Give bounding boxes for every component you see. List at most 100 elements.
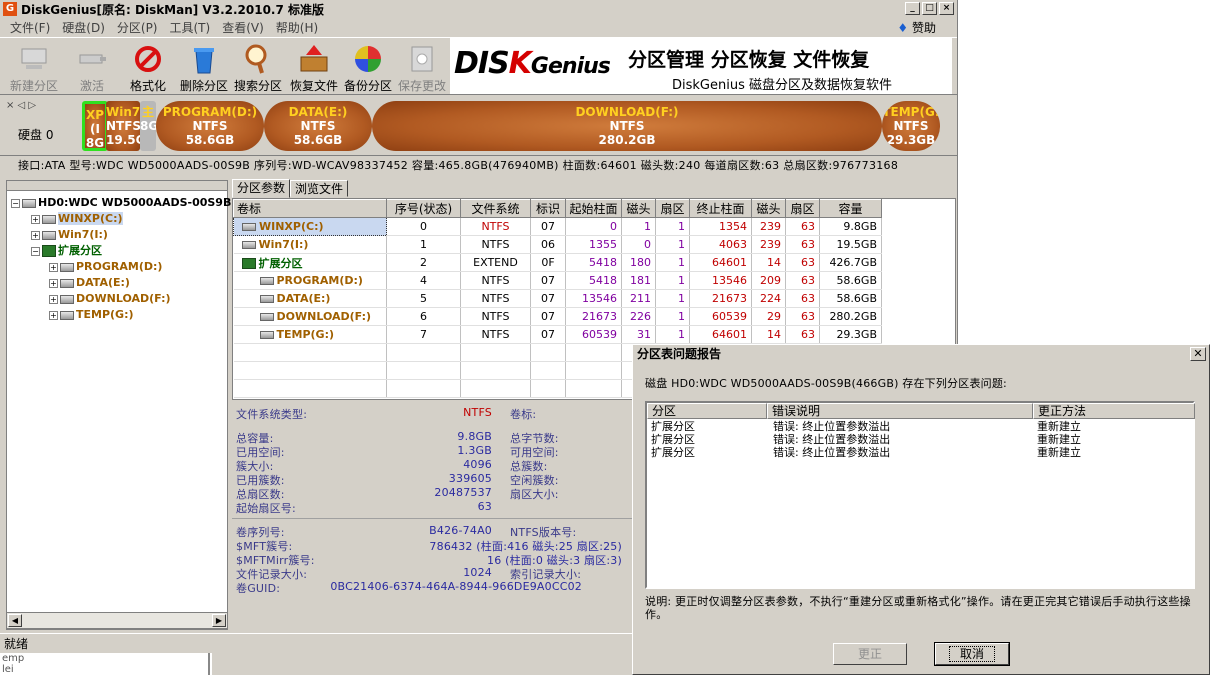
tab-partition-params[interactable]: 分区参数 [232, 179, 291, 198]
col-partition[interactable]: 分区 [647, 403, 767, 419]
detail-value: 20487537 [434, 486, 492, 499]
cell-fs: NTFS [460, 289, 531, 308]
cancel-button[interactable]: 取消 [934, 642, 1010, 666]
tree-root-disk[interactable]: − HD0:WDC WD5000AADS-00S9B( [11, 195, 236, 211]
fix-button[interactable]: 更正 [833, 643, 907, 665]
col-start-head[interactable]: 磁头 [621, 199, 656, 218]
format-button[interactable]: 格式化 [120, 40, 176, 94]
minimize-button[interactable]: _ [905, 2, 920, 15]
partition-block-winxp[interactable]: XP (I 8G [82, 101, 108, 151]
problem-cell: 错误: 终止位置参数溢出 [773, 420, 891, 433]
table-row[interactable]: 扩展分区 2 EXTEND 0F 5418 180 1 64601 14 63 426.7GB [233, 253, 882, 272]
tree-item-extended[interactable]: − 扩展分区 [11, 243, 227, 259]
fs-type-value: NTFS [463, 406, 492, 419]
maximize-button[interactable]: □ [922, 2, 937, 15]
disk-info-line: 接口:ATA 型号:WDC WD5000AADS-00S9B 序列号:WD-WC… [18, 159, 899, 172]
cell-sc: 21673 [565, 307, 622, 326]
cell-ec: 64601 [689, 253, 752, 272]
table-row[interactable]: Win7(I:) 1 NTFS 06 1355 0 1 4063 239 63 19.5GB [233, 235, 882, 254]
search-partition-button[interactable]: 搜索分区 [230, 40, 286, 94]
new-partition-button[interactable]: 新建分区 [6, 40, 62, 94]
cell-sc: 0 [565, 217, 622, 236]
partition-block-program[interactable]: PROGRAM(D:) NTFS 58.6GB [156, 101, 264, 151]
cell-sc: 13546 [565, 289, 622, 308]
save-changes-label: 保存更改 [397, 79, 446, 93]
menu-tools[interactable]: 工具(T) [164, 19, 217, 36]
activate-label: 激活 [79, 79, 104, 93]
col-start-cyl[interactable]: 起始柱面 [565, 199, 622, 218]
save-changes-button[interactable]: 保存更改 [394, 40, 450, 94]
cell-cap: 280.2GB [819, 307, 882, 326]
cell-idx: 6 [386, 307, 461, 326]
tab-browse-files[interactable]: 浏览文件 [290, 180, 349, 197]
detail-value: B426-74A0 [429, 524, 492, 537]
partition-icon [259, 295, 274, 303]
dialog-close-button[interactable]: ✕ [1190, 347, 1206, 361]
partition-icon [259, 277, 274, 285]
table-header: 卷标 序号(状态) 文件系统 标识 起始柱面 磁头 扇区 终止柱面 磁头 扇区 … [233, 199, 882, 218]
col-end-cyl[interactable]: 终止柱面 [689, 199, 752, 218]
menu-help[interactable]: 帮助(H) [270, 19, 324, 36]
problem-list[interactable]: 分区 错误说明 更正方法 扩展分区 错误: 终止位置参数溢出 重新建立 扩展分区 错误:… [645, 401, 1195, 589]
cell-id: 06 [530, 235, 566, 254]
backup-partition-button[interactable]: 备份分区 [340, 40, 396, 94]
dialog-note: 说明: 更正时仅调整分区表参数，不执行“重建分区或重新格式化”操作。请在更正完其… [645, 595, 1191, 621]
activate-button[interactable]: 激活 [64, 40, 120, 94]
menu-partition[interactable]: 分区(P) [111, 19, 164, 36]
col-id[interactable]: 标识 [530, 199, 566, 218]
diskgenius-logo: DISKGenius [454, 46, 611, 81]
tree-item-winxp[interactable]: + WINXP(C:) [11, 211, 227, 227]
partition-block-free[interactable]: 主8G [140, 101, 156, 151]
cell-sh: 181 [621, 271, 656, 290]
diskgenius-banner: DISKGenius 分区管理 分区恢复 文件恢复 DiskGenius 磁盘分… [450, 38, 952, 94]
col-index[interactable]: 序号(状态) [386, 199, 461, 218]
banner-title: 分区管理 分区恢复 文件恢复 [628, 49, 870, 71]
sponsor-link[interactable]: ♦ 赞助 [897, 19, 936, 36]
cell-cap: 9.8GB [819, 217, 882, 236]
col-fs[interactable]: 文件系统 [460, 199, 531, 218]
col-error[interactable]: 错误说明 [767, 403, 1033, 419]
cell-sc: 5418 [565, 253, 622, 272]
tree-horizontal-scrollbar[interactable]: ◀ ▶ [6, 612, 228, 629]
partition-block-temp[interactable]: TEMP(G: NTFS 29.3GB [882, 101, 940, 151]
disk-map-bar: × ◁ ▷ 硬盘 0 XP(I8G Win7(INTFS19.5G 主8G PR… [0, 96, 957, 156]
sponsor-icon: ♦ [897, 21, 909, 35]
col-end-head[interactable]: 磁头 [751, 199, 786, 218]
col-capacity[interactable]: 容量 [819, 199, 882, 218]
tree-item-program[interactable]: + PROGRAM(D:) [11, 259, 227, 275]
table-row[interactable]: PROGRAM(D:) 4 NTFS 07 5418 181 1 13546 209 63 58.6… [233, 271, 882, 290]
partition-block-data[interactable]: DATA(E:) NTFS 58.6GB [264, 101, 372, 151]
tree-item-data[interactable]: + DATA(E:) [11, 275, 227, 291]
table-row[interactable]: WINXP(C:) 0 NTFS 07 0 1 1 1354 239 63 9.8GB [233, 217, 882, 236]
partition-block-win7[interactable]: Win7(INTFS19.5G [106, 101, 140, 151]
col-end-sector[interactable]: 扇区 [785, 199, 820, 218]
tree-item-download[interactable]: + DOWNLOAD(F:) [11, 291, 227, 307]
tree-item-temp[interactable]: + TEMP(G:) [11, 307, 227, 323]
close-button[interactable]: × [939, 2, 954, 15]
backup-partition-label: 备份分区 [343, 79, 392, 93]
problem-cell: 扩展分区 [651, 433, 695, 446]
background-text-2: lei [2, 664, 14, 675]
partition-block-download[interactable]: DOWNLOAD(F:) NTFS 280.2GB [372, 101, 882, 151]
table-row[interactable]: DOWNLOAD(F:) 6 NTFS 07 21673 226 1 60539 29 63 280… [233, 307, 882, 326]
menu-disk[interactable]: 硬盘(D) [56, 19, 111, 36]
disk-nav-arrows[interactable]: × ◁ ▷ [6, 100, 36, 111]
menu-view[interactable]: 查看(V) [216, 19, 270, 36]
cell-vol: WINXP(C:) [233, 217, 387, 236]
cell-ss: 1 [655, 235, 690, 254]
recover-files-button[interactable]: 恢复文件 [286, 40, 342, 94]
menu-file[interactable]: 文件(F) [4, 19, 56, 36]
delete-partition-button[interactable]: 删除分区 [176, 40, 232, 94]
table-row[interactable]: TEMP(G:) 7 NTFS 07 60539 31 1 64601 14 63 29.3GB [233, 325, 882, 344]
cell-cap: 426.7GB [819, 253, 882, 272]
cell-ss: 1 [655, 325, 690, 344]
scroll-left-icon[interactable]: ◀ [8, 614, 22, 627]
scroll-right-icon[interactable]: ▶ [212, 614, 226, 627]
cell-id: 07 [530, 307, 566, 326]
tree-item-win7[interactable]: + Win7(I:) [11, 227, 227, 243]
col-fix[interactable]: 更正方法 [1033, 403, 1195, 419]
col-start-sector[interactable]: 扇区 [655, 199, 690, 218]
tree-pane-header [7, 181, 227, 191]
col-volume[interactable]: 卷标 [233, 199, 387, 218]
table-row[interactable]: DATA(E:) 5 NTFS 07 13546 211 1 21673 224 63 58.6GB [233, 289, 882, 308]
